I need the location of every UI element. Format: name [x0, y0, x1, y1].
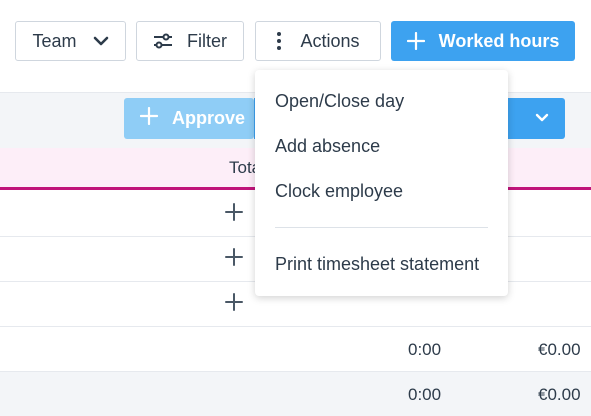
add-entry-button[interactable]	[224, 247, 244, 272]
team-label: Team	[32, 30, 77, 51]
table-row	[0, 327, 591, 372]
add-entry-button[interactable]	[224, 292, 244, 317]
menu-item-add-absence[interactable]: Add absence	[275, 136, 380, 157]
row-total-time: 0:00	[408, 340, 442, 359]
team-dropdown-button[interactable]: Team	[15, 21, 126, 61]
chevron-down-icon	[93, 36, 109, 46]
summary-total-amount: €0.00	[538, 385, 581, 404]
sliders-icon	[153, 33, 173, 49]
filter-button[interactable]: Filter	[136, 21, 244, 61]
approve-button[interactable]: Approve	[124, 98, 254, 139]
actions-button[interactable]: Actions	[255, 21, 381, 61]
menu-divider	[275, 227, 488, 228]
actions-dropdown-menu: Open/Close day Add absence Clock employe…	[255, 70, 508, 296]
add-worked-hours-button[interactable]: Worked hours	[391, 21, 575, 61]
table-row-summary	[0, 372, 591, 416]
summary-total-time: 0:00	[408, 385, 442, 404]
plus-icon	[406, 32, 425, 50]
actions-label: Actions	[300, 30, 360, 51]
toolbar: Team Filter Actions Worked hours	[0, 0, 591, 80]
worked-hours-label: Worked hours	[438, 30, 560, 51]
menu-item-print-timesheet-statement[interactable]: Print timesheet statement	[275, 254, 479, 275]
chevron-down-icon[interactable]	[533, 110, 551, 131]
kebab-icon	[276, 31, 282, 51]
filter-label: Filter	[187, 30, 227, 51]
approve-label: Approve	[172, 108, 246, 128]
menu-item-clock-employee[interactable]: Clock employee	[275, 181, 403, 202]
add-entry-button[interactable]	[224, 202, 244, 227]
row-total-amount: €0.00	[538, 340, 581, 359]
plus-icon	[139, 106, 159, 130]
menu-item-open-close-day[interactable]: Open/Close day	[275, 91, 404, 112]
